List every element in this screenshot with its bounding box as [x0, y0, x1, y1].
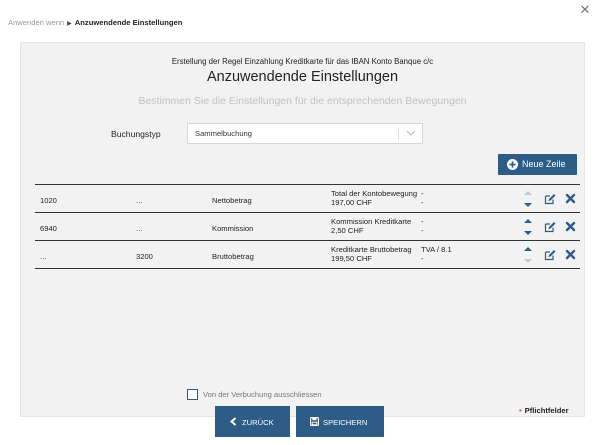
save-icon	[310, 417, 319, 426]
edit-icon[interactable]	[544, 193, 556, 205]
description-cell: Kommission Kreditkarte 2,50 CHF	[331, 217, 411, 235]
breadcrumb-step-1[interactable]: Anwenden wenn	[8, 18, 64, 27]
rule-title: Erstellung der Regel Einzahlung Kreditka…	[171, 57, 434, 66]
vat-value: -	[421, 254, 424, 263]
exclude-checkbox-label[interactable]: Von der Verbuchung ausschliessen	[203, 390, 322, 399]
amount-type-cell: Bruttobetrag	[212, 252, 254, 261]
vat-cell: TVA / 8.1-	[421, 245, 452, 263]
amount-text: 199,50 CHF	[331, 254, 372, 263]
settings-table: 1020 ... Nettobetrag Total der Kontobewe…	[35, 184, 580, 269]
save-button-label: SPEICHERN	[323, 418, 368, 427]
account-cell: ...	[40, 252, 47, 261]
back-button[interactable]: ZURÜCK	[215, 406, 290, 437]
table-row[interactable]: 1020 ... Nettobetrag Total der Kontobewe…	[35, 185, 580, 213]
breadcrumb: Anwenden wenn ▶ Anzuwendende Einstellungen	[8, 18, 182, 27]
vat-cell: --	[421, 217, 424, 235]
page-title: Anzuwendende Einstellungen	[206, 69, 399, 85]
new-row-button[interactable]: Neue Zeile	[498, 154, 577, 175]
move-down-icon[interactable]	[524, 203, 532, 207]
edit-icon[interactable]	[544, 249, 556, 261]
new-row-label: Neue Zeile	[522, 159, 566, 169]
description-cell: Kreditkarte Bruttobetrag 199,50 CHF	[331, 245, 412, 263]
move-down-icon[interactable]	[524, 231, 532, 235]
back-button-label: ZURÜCK	[242, 418, 274, 427]
vat-cell: --	[421, 189, 424, 207]
required-dot-icon: •	[519, 406, 522, 415]
description-cell: Total der Kontobewegung 197,00 CHF	[331, 189, 417, 207]
description-text: Kommission Kreditkarte	[331, 217, 412, 226]
page-subtitle: Bestimmen Sie die Einstellungen für die …	[138, 95, 467, 107]
buchungstyp-label: Buchungstyp	[111, 129, 161, 139]
buchungstyp-value: Sammelbuchung	[195, 129, 252, 138]
breadcrumb-separator-icon: ▶	[67, 21, 72, 27]
delete-icon[interactable]	[565, 193, 576, 204]
account-cell: 6940	[40, 224, 57, 233]
settings-panel: Erstellung der Regel Einzahlung Kreditka…	[20, 42, 585, 417]
table-row[interactable]: 6940 ... Kommission Kommission Kreditkar…	[35, 213, 580, 241]
breadcrumb-step-2: Anzuwendende Einstellungen	[74, 18, 183, 27]
close-icon[interactable]: ✕	[577, 2, 593, 18]
move-up-icon[interactable]	[524, 219, 532, 223]
required-fields-label: Pflichtfelder	[524, 406, 569, 415]
chevron-left-icon	[229, 417, 237, 426]
counter-account-cell: ...	[136, 224, 143, 233]
buchungstyp-select[interactable]: Sammelbuchung	[187, 123, 423, 144]
reorder-arrows-icon[interactable]	[523, 188, 533, 210]
reorder-arrows-icon[interactable]	[523, 244, 533, 266]
description-text: Total der Kontobewegung	[331, 189, 418, 198]
plus-circle-icon	[507, 159, 518, 170]
move-up-icon[interactable]	[524, 191, 532, 195]
vat-code: -	[421, 189, 424, 198]
save-button[interactable]: SPEICHERN	[296, 406, 384, 437]
amount-type-cell: Kommission	[212, 224, 254, 233]
account-cell: 1020	[40, 196, 57, 205]
move-up-icon[interactable]	[524, 247, 532, 251]
exclude-checkbox[interactable]	[187, 389, 198, 400]
amount-type-cell: Nettobetrag	[212, 196, 252, 205]
vat-value: -	[421, 226, 424, 235]
vat-code: TVA / 8.1	[421, 245, 452, 254]
vat-code: -	[421, 217, 424, 226]
table-row[interactable]: ... 3200 Bruttobetrag Kreditkarte Brutto…	[35, 241, 580, 269]
counter-account-cell: 3200	[136, 252, 153, 261]
move-down-icon[interactable]	[524, 259, 532, 263]
select-divider	[398, 128, 399, 140]
delete-icon[interactable]	[565, 249, 576, 260]
amount-text: 197,00 CHF	[331, 198, 372, 207]
amount-text: 2,50 CHF	[331, 226, 364, 235]
reorder-arrows-icon[interactable]	[523, 216, 533, 238]
required-fields-note: • Pflichtfelder	[519, 406, 569, 415]
edit-icon[interactable]	[544, 221, 556, 233]
vat-value: -	[421, 198, 424, 207]
counter-account-cell: ...	[136, 196, 143, 205]
chevron-down-icon[interactable]	[404, 127, 418, 139]
delete-icon[interactable]	[565, 221, 576, 232]
description-text: Kreditkarte Bruttobetrag	[331, 245, 412, 254]
